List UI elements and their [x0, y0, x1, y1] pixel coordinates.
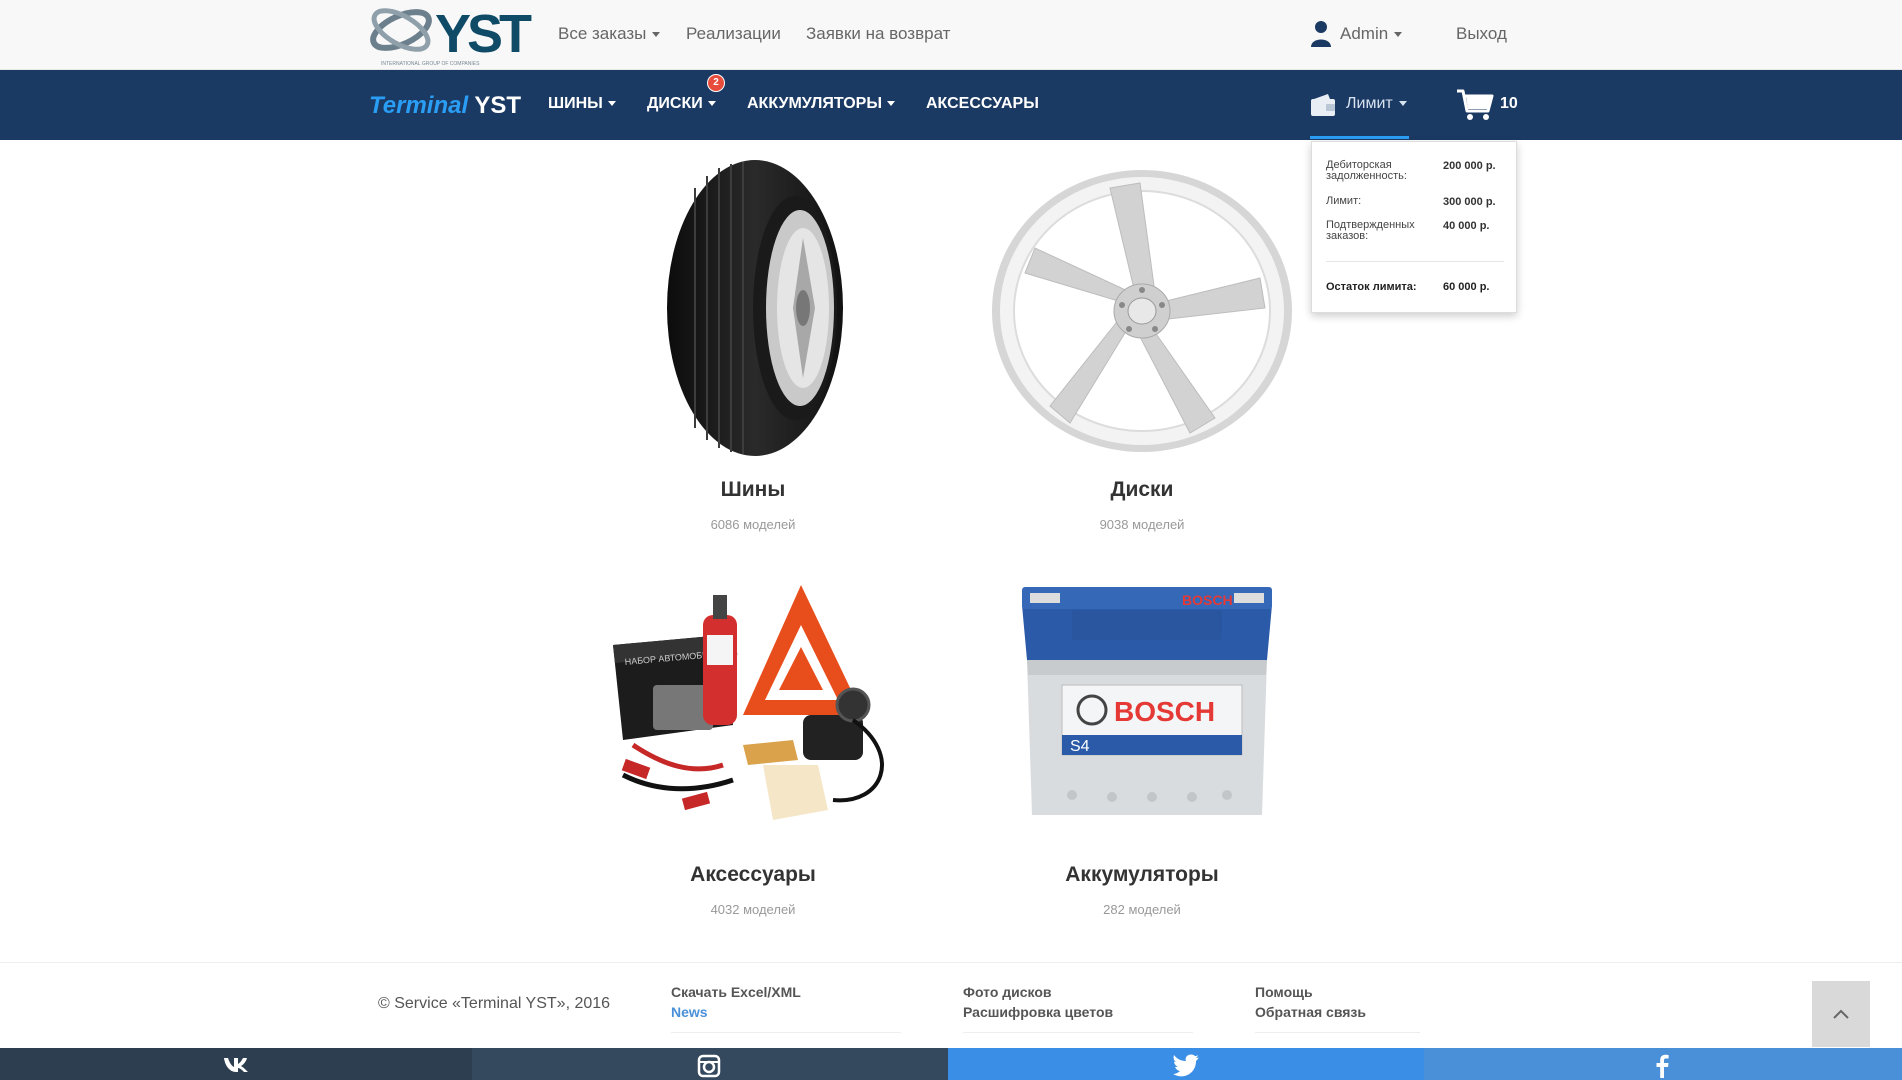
wheels-count-badge: 2	[707, 74, 725, 92]
category-title[interactable]: Шины	[593, 478, 913, 502]
logo-text: YST	[435, 4, 532, 64]
category-count: 4032 моделей	[710, 902, 796, 917]
category-title[interactable]: Диски	[982, 478, 1302, 502]
cart-icon[interactable]	[1456, 89, 1494, 121]
logo-subtitle: INTERNATIONAL GROUP OF COMPANIES	[381, 61, 480, 67]
chevron-down-icon	[1398, 101, 1407, 107]
category-title[interactable]: Аксессуары	[593, 863, 913, 887]
nav-batteries-label: АККУМУЛЯТОРЫ	[747, 95, 882, 112]
vk-share-button[interactable]	[0, 1048, 472, 1080]
accessories-image: НАБОР АВТОМОБИЛИСТА	[613, 585, 884, 820]
category-count: 9038 моделей	[1099, 517, 1185, 532]
category-wheels[interactable]: Диски 9038 моделей	[982, 150, 1302, 540]
wallet-icon[interactable]	[1310, 93, 1336, 117]
color-codes-link[interactable]: Расшифровка цветов	[963, 1004, 1113, 1020]
facebook-icon	[1656, 1054, 1669, 1078]
category-title[interactable]: Аккумуляторы	[982, 863, 1302, 887]
twitter-icon	[1173, 1054, 1199, 1077]
nav-wheels[interactable]: ДИСКИ	[647, 95, 716, 113]
battery-image: BOSCH BOSCH S4	[1022, 587, 1272, 815]
category-tires[interactable]: Шины 6086 моделей	[593, 150, 913, 540]
brand[interactable]: Terminal YST	[369, 92, 521, 120]
nav-tires[interactable]: ШИНЫ	[548, 95, 616, 113]
cart-count[interactable]: 10	[1500, 95, 1518, 113]
vk-icon	[224, 1058, 248, 1072]
top-bar: YST INTERNATIONAL GROUP OF COMPANIES Все…	[0, 0, 1902, 70]
footer-divider	[671, 1032, 901, 1033]
footer-divider	[1255, 1032, 1420, 1033]
tire-image	[667, 160, 843, 456]
chevron-down-icon	[607, 101, 616, 107]
twitter-share-button[interactable]	[948, 1048, 1424, 1080]
wheel-image	[992, 170, 1292, 452]
brand-yst: YST	[474, 92, 522, 119]
battery-lid-brand: BOSCH	[1182, 592, 1233, 608]
limit-value: 300 000 р.	[1443, 196, 1496, 208]
confirmed-label: Подтвержденных заказов:	[1326, 219, 1415, 242]
chevron-down-icon	[1394, 32, 1403, 38]
limit-menu-label: Лимит	[1346, 95, 1393, 112]
user-menu-label: Admin	[1340, 24, 1389, 43]
limit-active-indicator	[1310, 136, 1409, 139]
user-menu[interactable]: Admin	[1340, 24, 1403, 44]
nav-batteries[interactable]: АККУМУЛЯТОРЫ	[747, 95, 895, 113]
main-navbar: Terminal YST ШИНЫ ДИСКИ АККУМУЛЯТОРЫ АКС…	[0, 70, 1902, 140]
instagram-share-button[interactable]	[472, 1048, 948, 1080]
category-count: 6086 моделей	[710, 517, 796, 532]
chevron-down-icon	[652, 32, 661, 38]
footer: © Service «Terminal YST», 2016 Скачать E…	[0, 962, 1902, 1048]
chevron-down-icon	[707, 101, 716, 107]
popup-divider	[1326, 261, 1504, 262]
help-link[interactable]: Помощь	[1255, 984, 1313, 1000]
logout-link[interactable]: Выход	[1456, 24, 1507, 44]
limit-popup: Дебиторская задолженность: 200 000 р. Ли…	[1311, 141, 1517, 313]
category-count: 282 моделей	[1103, 902, 1181, 917]
debt-label: Дебиторская задолженность:	[1326, 159, 1407, 182]
nav-wheels-label: ДИСКИ	[647, 95, 703, 112]
limit-label: Лимит:	[1326, 195, 1362, 207]
facebook-share-button[interactable]	[1424, 1048, 1902, 1080]
wheel-photos-link[interactable]: Фото дисков	[963, 984, 1052, 1000]
instagram-icon	[697, 1054, 721, 1078]
category-accessories[interactable]: НАБОР АВТОМОБИЛИСТА Аксессуары 4032 моде…	[593, 575, 913, 925]
limit-menu[interactable]: Лимит	[1346, 95, 1407, 113]
copyright: © Service «Terminal YST», 2016	[378, 995, 611, 1012]
feedback-link[interactable]: Обратная связь	[1255, 1004, 1366, 1020]
battery-model: S4	[1070, 738, 1090, 755]
nav-returns[interactable]: Заявки на возврат	[806, 24, 950, 44]
debt-value: 200 000 р.	[1443, 160, 1496, 172]
download-excel-link[interactable]: Скачать Excel/XML	[671, 984, 801, 1000]
news-link[interactable]: News	[671, 1004, 708, 1020]
nav-accessories[interactable]: АКСЕССУАРЫ	[926, 95, 1039, 113]
user-icon[interactable]	[1310, 20, 1332, 48]
nav-all-orders[interactable]: Все заказы	[558, 24, 661, 44]
brand-terminal: Terminal	[369, 92, 469, 119]
nav-sales[interactable]: Реализации	[686, 24, 781, 44]
nav-tires-label: ШИНЫ	[548, 95, 603, 112]
chevron-up-icon	[1833, 1009, 1849, 1019]
remaining-label: Остаток лимита:	[1326, 281, 1417, 293]
nav-all-orders-label: Все заказы	[558, 24, 647, 43]
battery-brand: BOSCH	[1114, 696, 1215, 727]
footer-divider	[963, 1032, 1193, 1033]
chevron-down-icon	[887, 101, 895, 107]
scroll-to-top-button[interactable]	[1812, 981, 1870, 1047]
confirmed-value: 40 000 р.	[1443, 220, 1490, 232]
remaining-value: 60 000 р.	[1443, 281, 1490, 293]
category-batteries[interactable]: BOSCH BOSCH S4 Аккумуляторы 282 моделей	[982, 575, 1302, 925]
yst-logo[interactable]: YST INTERNATIONAL GROUP OF COMPANIES	[363, 2, 535, 68]
